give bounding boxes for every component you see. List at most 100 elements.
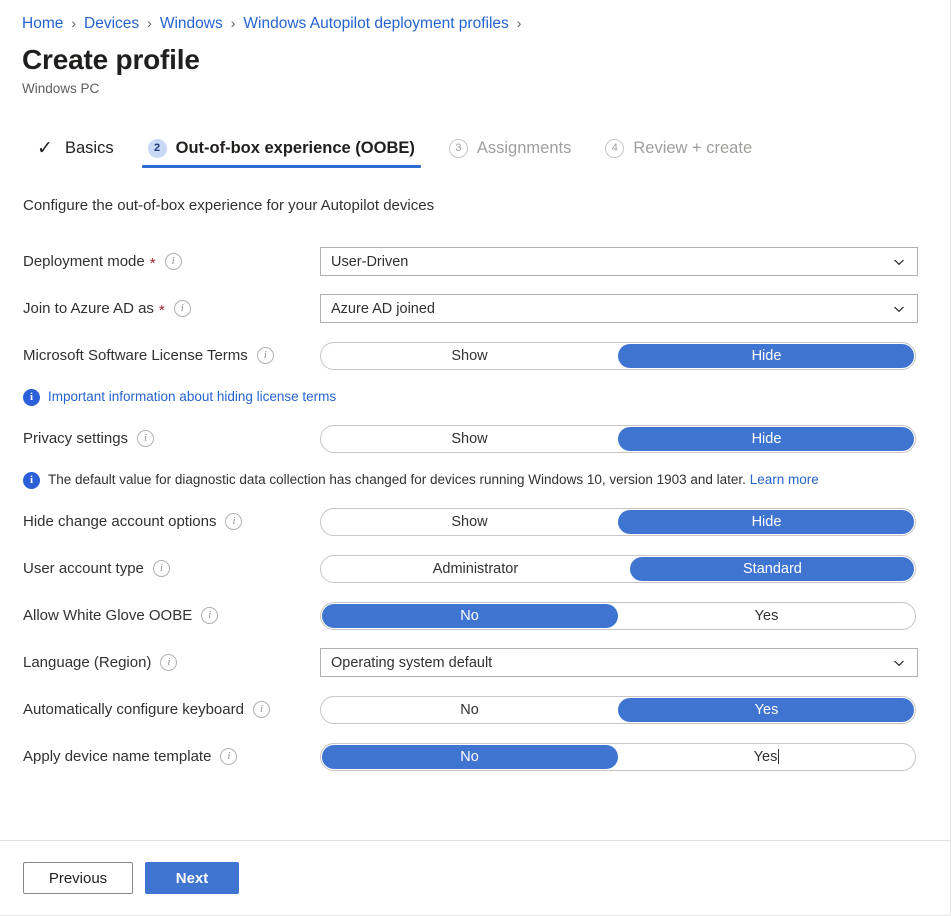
hide-change-account-option-show[interactable]: Show xyxy=(321,509,618,535)
language-region-value: Operating system default xyxy=(331,655,893,671)
learn-more-link[interactable]: Learn more xyxy=(750,472,819,487)
tab-basics[interactable]: ✓ Basics xyxy=(28,128,120,168)
breadcrumb-item-windows[interactable]: Windows xyxy=(160,14,223,34)
oobe-form: Deployment mode * i User-Driven Join to … xyxy=(0,216,950,780)
text-cursor xyxy=(778,749,779,764)
tab-oobe[interactable]: 2 Out-of-box experience (OOBE) xyxy=(142,128,421,168)
field-label-text: Microsoft Software License Terms xyxy=(23,346,248,366)
white-glove-option-yes[interactable]: Yes xyxy=(618,603,915,629)
info-icon[interactable]: i xyxy=(174,300,191,317)
device-name-template-option-yes[interactable]: Yes xyxy=(618,744,915,770)
auto-keyboard-option-yes[interactable]: Yes xyxy=(618,697,915,723)
tab-assignments[interactable]: 3 Assignments xyxy=(443,128,577,168)
hide-change-account-options-toggle[interactable]: Show Hide xyxy=(320,508,916,536)
page-subtitle: Windows PC xyxy=(22,80,950,98)
field-control: Show Hide xyxy=(320,508,916,536)
privacy-diagnostic-note-body: The default value for diagnostic data co… xyxy=(48,472,746,487)
wizard-steps: ✓ Basics 2 Out-of-box experience (OOBE) … xyxy=(0,98,950,168)
info-icon[interactable]: i xyxy=(220,748,237,765)
chevron-down-icon xyxy=(893,657,905,669)
user-account-type-option-standard[interactable]: Standard xyxy=(630,556,915,582)
info-icon[interactable]: i xyxy=(257,347,274,364)
field-row-privacy-settings: Privacy settings i Show Hide xyxy=(0,415,950,462)
license-terms-option-hide[interactable]: Hide xyxy=(618,343,915,369)
required-asterisk: * xyxy=(150,257,156,271)
white-glove-option-no[interactable]: No xyxy=(321,603,618,629)
field-control: Administrator Standard xyxy=(320,555,916,583)
field-label-user-account-type: User account type i xyxy=(23,559,320,579)
option-label: Yes xyxy=(754,749,778,765)
user-account-type-toggle[interactable]: Administrator Standard xyxy=(320,555,916,583)
field-label-text: Hide change account options xyxy=(23,512,216,532)
license-terms-info-link[interactable]: Important information about hiding licen… xyxy=(48,388,336,406)
apply-device-name-template-toggle[interactable]: No Yes xyxy=(320,743,916,771)
field-label-hide-change-account-options: Hide change account options i xyxy=(23,512,320,532)
chevron-down-icon xyxy=(893,303,905,315)
device-name-template-option-no[interactable]: No xyxy=(321,744,618,770)
field-row-deployment-mode: Deployment mode * i User-Driven xyxy=(0,238,950,285)
user-account-type-option-administrator[interactable]: Administrator xyxy=(321,556,630,582)
join-azure-ad-select[interactable]: Azure AD joined xyxy=(320,294,918,323)
field-control: No Yes xyxy=(320,602,916,630)
info-icon[interactable]: i xyxy=(165,253,182,270)
field-control: Azure AD joined xyxy=(320,294,918,323)
field-row-language-region: Language (Region) i Operating system def… xyxy=(0,639,950,686)
field-label-text: Apply device name template xyxy=(23,747,211,767)
hide-change-account-option-hide[interactable]: Hide xyxy=(618,509,915,535)
deployment-mode-select[interactable]: User-Driven xyxy=(320,247,918,276)
license-terms-option-show[interactable]: Show xyxy=(321,343,618,369)
step-number-badge: 2 xyxy=(148,139,167,158)
create-profile-page: Home › Devices › Windows › Windows Autop… xyxy=(0,0,951,916)
field-label-text: Allow White Glove OOBE xyxy=(23,606,192,626)
privacy-settings-toggle[interactable]: Show Hide xyxy=(320,425,916,453)
breadcrumb-item-autopilot-profiles[interactable]: Windows Autopilot deployment profiles xyxy=(243,14,508,34)
breadcrumb-separator-icon: › xyxy=(147,13,152,33)
field-label-language-region: Language (Region) i xyxy=(23,653,320,673)
tab-review-create[interactable]: 4 Review + create xyxy=(599,128,758,168)
info-icon[interactable]: i xyxy=(137,430,154,447)
field-control: No Yes xyxy=(320,743,916,771)
field-label-text: Privacy settings xyxy=(23,429,128,449)
privacy-settings-option-show[interactable]: Show xyxy=(321,426,618,452)
info-filled-icon: i xyxy=(23,472,40,489)
field-control: Show Hide xyxy=(320,342,916,370)
breadcrumb-separator-icon: › xyxy=(517,13,522,33)
license-terms-toggle[interactable]: Show Hide xyxy=(320,342,916,370)
privacy-settings-option-hide[interactable]: Hide xyxy=(618,426,915,452)
tab-basics-label: Basics xyxy=(65,137,114,159)
info-icon[interactable]: i xyxy=(160,654,177,671)
field-control: No Yes xyxy=(320,696,916,724)
auto-keyboard-option-no[interactable]: No xyxy=(321,697,618,723)
breadcrumb: Home › Devices › Windows › Windows Autop… xyxy=(0,0,950,34)
field-row-auto-configure-keyboard: Automatically configure keyboard i No Ye… xyxy=(0,686,950,733)
privacy-diagnostic-note-text: The default value for diagnostic data co… xyxy=(48,471,819,489)
field-label-text: User account type xyxy=(23,559,144,579)
tab-assignments-label: Assignments xyxy=(477,137,571,159)
field-row-license-terms: Microsoft Software License Terms i Show … xyxy=(0,332,950,379)
info-icon[interactable]: i xyxy=(225,513,242,530)
auto-configure-keyboard-toggle[interactable]: No Yes xyxy=(320,696,916,724)
privacy-diagnostic-info-note: i The default value for diagnostic data … xyxy=(0,462,950,498)
language-region-select[interactable]: Operating system default xyxy=(320,648,918,677)
field-row-hide-change-account-options: Hide change account options i Show Hide xyxy=(0,498,950,545)
field-row-join-azure-ad: Join to Azure AD as * i Azure AD joined xyxy=(0,285,950,332)
breadcrumb-item-devices[interactable]: Devices xyxy=(84,14,139,34)
field-label-text: Language (Region) xyxy=(23,653,151,673)
field-control: User-Driven xyxy=(320,247,918,276)
previous-button[interactable]: Previous xyxy=(23,862,133,894)
info-filled-icon: i xyxy=(23,389,40,406)
field-label-white-glove-oobe: Allow White Glove OOBE i xyxy=(23,606,320,626)
white-glove-oobe-toggle[interactable]: No Yes xyxy=(320,602,916,630)
page-header: Create profile Windows PC xyxy=(0,34,950,98)
breadcrumb-separator-icon: › xyxy=(71,13,76,33)
step-number-badge: 3 xyxy=(449,139,468,158)
info-icon[interactable]: i xyxy=(153,560,170,577)
breadcrumb-item-home[interactable]: Home xyxy=(22,14,63,34)
next-button[interactable]: Next xyxy=(145,862,239,894)
info-icon[interactable]: i xyxy=(253,701,270,718)
field-label-apply-device-name-template: Apply device name template i xyxy=(23,747,320,767)
info-icon[interactable]: i xyxy=(201,607,218,624)
join-azure-ad-value: Azure AD joined xyxy=(331,301,893,317)
active-tab-underline xyxy=(142,165,421,168)
breadcrumb-separator-icon: › xyxy=(231,13,236,33)
